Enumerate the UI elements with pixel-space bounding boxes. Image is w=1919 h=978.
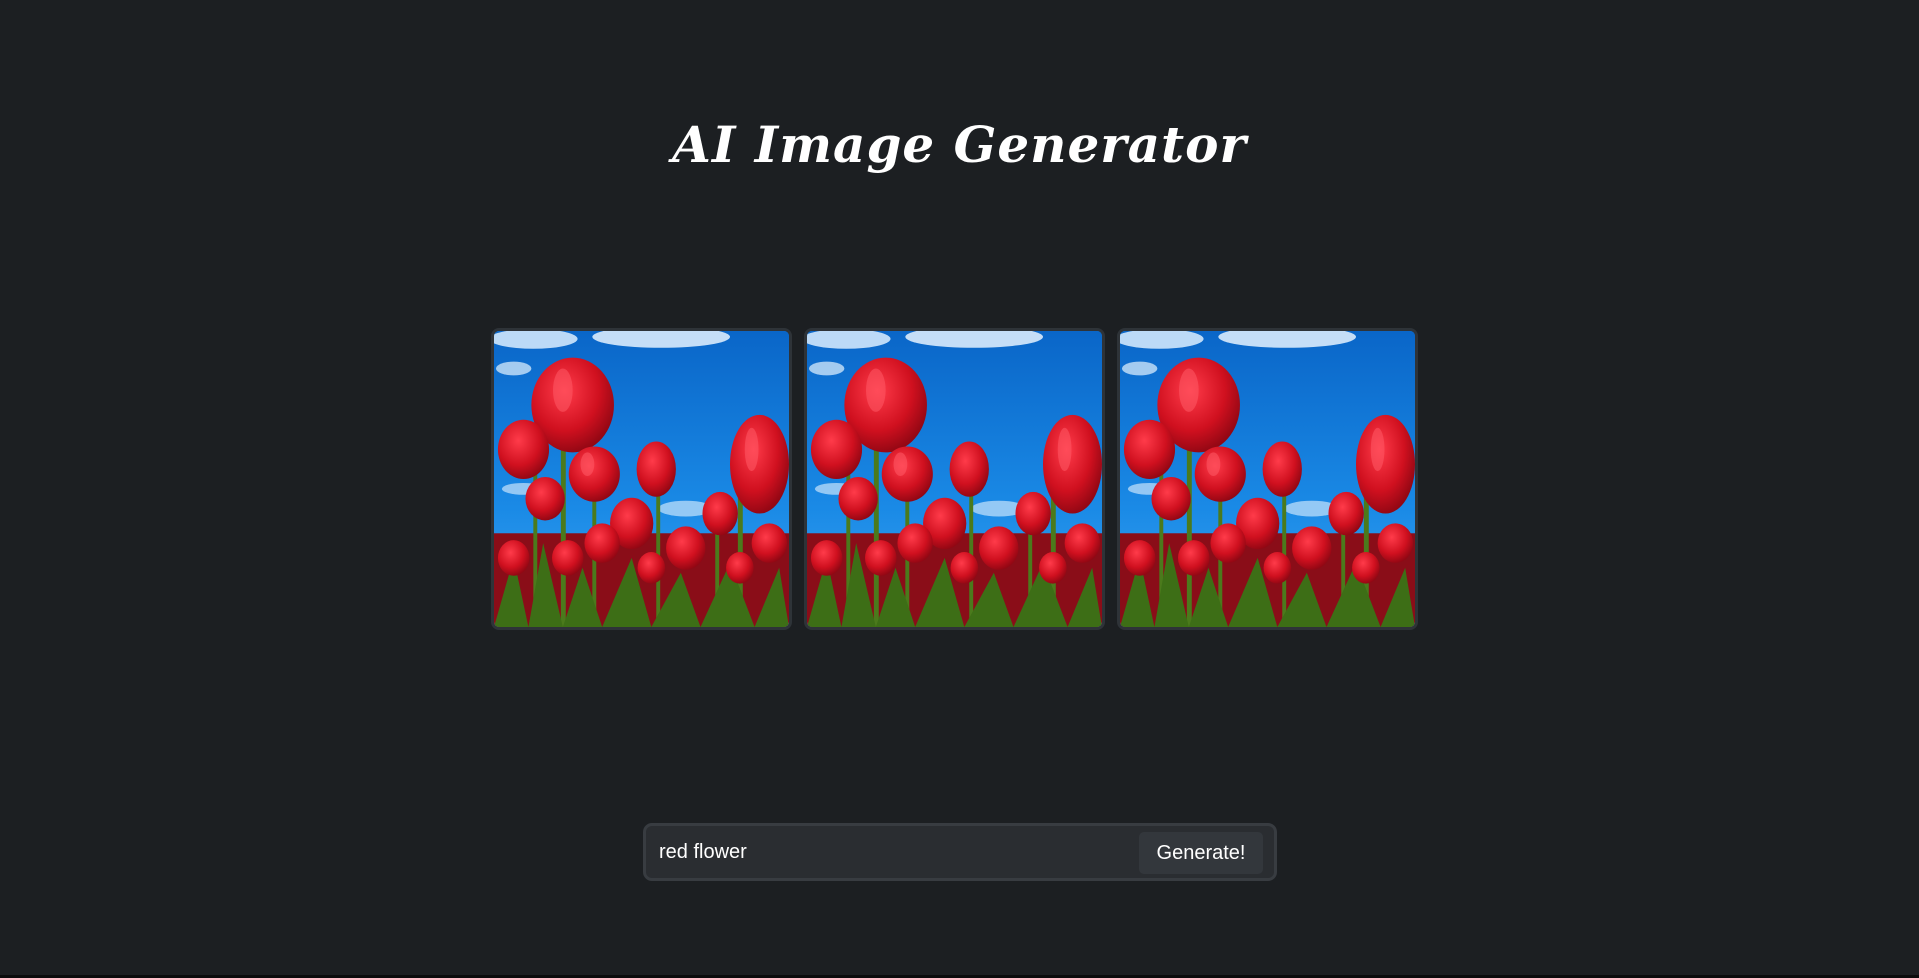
prompt-bar: Generate!: [643, 823, 1277, 881]
image-gallery: [491, 328, 1418, 630]
page-title: AI Image Generator: [672, 114, 1247, 174]
prompt-input[interactable]: [659, 834, 1129, 870]
generated-image-1[interactable]: [491, 328, 792, 630]
generate-button[interactable]: Generate!: [1139, 832, 1263, 874]
tulip-field-image: [1120, 331, 1415, 627]
generated-image-3[interactable]: [1117, 328, 1418, 630]
tulip-field-image: [807, 331, 1102, 627]
generated-image-2[interactable]: [804, 328, 1105, 630]
tulip-field-image: [494, 331, 789, 627]
